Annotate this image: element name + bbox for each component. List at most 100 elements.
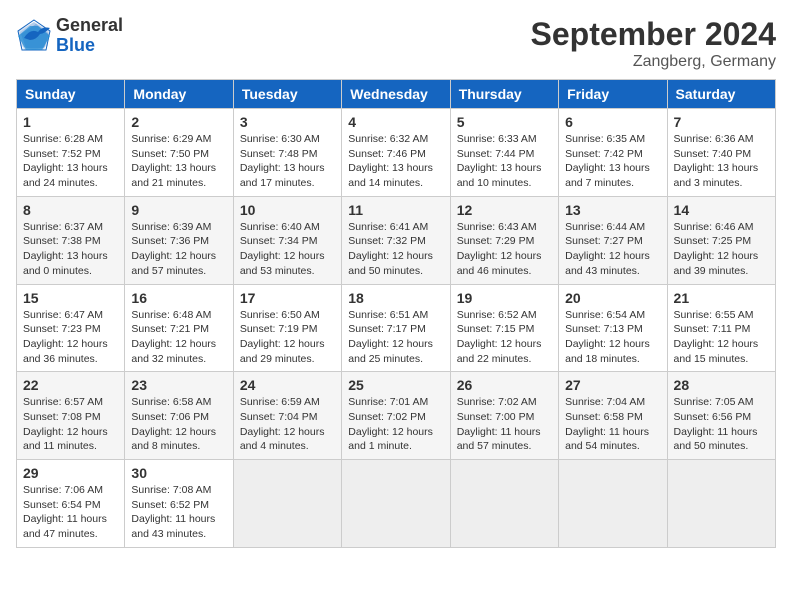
day-info: Sunrise: 6:46 AMSunset: 7:25 PMDaylight:… [674,220,769,279]
day-number: 21 [674,290,769,306]
calendar-cell: 25Sunrise: 7:01 AMSunset: 7:02 PMDayligh… [342,372,450,460]
day-info: Sunrise: 6:52 AMSunset: 7:15 PMDaylight:… [457,308,552,367]
calendar-cell: 1 Sunrise: 6:28 AMSunset: 7:52 PMDaylight… [17,109,125,197]
day-header-monday: Monday [125,80,233,109]
day-number: 10 [240,202,335,218]
day-header-wednesday: Wednesday [342,80,450,109]
calendar-cell: 20Sunrise: 6:54 AMSunset: 7:13 PMDayligh… [559,284,667,372]
day-info: Sunrise: 6:36 AMSunset: 7:40 PMDaylight:… [674,132,769,191]
day-header-sunday: Sunday [17,80,125,109]
calendar-cell: 28Sunrise: 7:05 AMSunset: 6:56 PMDayligh… [667,372,775,460]
day-info: Sunrise: 7:01 AMSunset: 7:02 PMDaylight:… [348,395,443,454]
day-info: Sunrise: 6:58 AMSunset: 7:06 PMDaylight:… [131,395,226,454]
calendar-cell: 2 Sunrise: 6:29 AMSunset: 7:50 PMDaylight… [125,109,233,197]
day-info: Sunrise: 6:47 AMSunset: 7:23 PMDaylight:… [23,308,118,367]
calendar-cell: 12 Sunrise: 6:43 AMSunset: 7:29 PMDayligh… [450,196,558,284]
page-header: General Blue September 2024 Zangberg, Ge… [16,16,776,71]
calendar-cell [342,460,450,548]
calendar-cell: 22 Sunrise: 6:57 AMSunset: 7:08 PMDayligh… [17,372,125,460]
day-number: 1 [23,114,118,130]
day-info: Sunrise: 6:51 AMSunset: 7:17 PMDaylight:… [348,308,443,367]
week-row-5: 29 Sunrise: 7:06 AMSunset: 6:54 PMDayligh… [17,460,776,548]
day-info: Sunrise: 6:48 AMSunset: 7:21 PMDaylight:… [131,308,226,367]
calendar-cell: 8Sunrise: 6:37 AMSunset: 7:38 PMDaylight… [17,196,125,284]
day-info: Sunrise: 6:40 AMSunset: 7:34 PMDaylight:… [240,220,335,279]
day-number: 26 [457,377,552,393]
calendar-cell: 4 Sunrise: 6:32 AMSunset: 7:46 PMDaylight… [342,109,450,197]
day-number: 14 [674,202,769,218]
calendar-cell: 11Sunrise: 6:41 AMSunset: 7:32 PMDayligh… [342,196,450,284]
day-info: Sunrise: 6:28 AMSunset: 7:52 PMDaylight:… [23,132,118,191]
calendar-cell: 30 Sunrise: 7:08 AMSunset: 6:52 PMDayligh… [125,460,233,548]
day-number: 28 [674,377,769,393]
day-info: Sunrise: 7:06 AMSunset: 6:54 PMDaylight:… [23,483,118,542]
day-number: 19 [457,290,552,306]
calendar-cell: 26 Sunrise: 7:02 AMSunset: 7:00 PMDayligh… [450,372,558,460]
calendar-cell [450,460,558,548]
day-number: 27 [565,377,660,393]
calendar-cell: 6 Sunrise: 6:35 AMSunset: 7:42 PMDaylight… [559,109,667,197]
day-number: 6 [565,114,660,130]
calendar-cell [233,460,341,548]
calendar-cell: 27 Sunrise: 7:04 AMSunset: 6:58 PMDayligh… [559,372,667,460]
calendar-cell: 17 Sunrise: 6:50 AMSunset: 7:19 PMDayligh… [233,284,341,372]
day-number: 7 [674,114,769,130]
calendar-cell: 24 Sunrise: 6:59 AMSunset: 7:04 PMDayligh… [233,372,341,460]
day-info: Sunrise: 6:54 AMSunset: 7:13 PMDaylight:… [565,308,660,367]
logo-general-text: General [56,16,123,36]
days-header-row: SundayMondayTuesdayWednesdayThursdayFrid… [17,80,776,109]
day-info: Sunrise: 7:08 AMSunset: 6:52 PMDaylight:… [131,483,226,542]
logo-icon [16,18,52,54]
day-number: 4 [348,114,443,130]
week-row-2: 8Sunrise: 6:37 AMSunset: 7:38 PMDaylight… [17,196,776,284]
day-number: 9 [131,202,226,218]
day-info: Sunrise: 6:55 AMSunset: 7:11 PMDaylight:… [674,308,769,367]
day-number: 8 [23,202,118,218]
day-number: 2 [131,114,226,130]
day-info: Sunrise: 6:50 AMSunset: 7:19 PMDaylight:… [240,308,335,367]
day-header-thursday: Thursday [450,80,558,109]
logo-blue-text: Blue [56,36,123,56]
day-number: 23 [131,377,226,393]
day-number: 16 [131,290,226,306]
calendar-cell [559,460,667,548]
day-number: 5 [457,114,552,130]
calendar-cell: 9 Sunrise: 6:39 AMSunset: 7:36 PMDaylight… [125,196,233,284]
day-number: 22 [23,377,118,393]
logo-text: General Blue [56,16,123,56]
day-info: Sunrise: 6:29 AMSunset: 7:50 PMDaylight:… [131,132,226,191]
calendar-table: SundayMondayTuesdayWednesdayThursdayFrid… [16,79,776,548]
calendar-cell: 29 Sunrise: 7:06 AMSunset: 6:54 PMDayligh… [17,460,125,548]
week-row-3: 15 Sunrise: 6:47 AMSunset: 7:23 PMDayligh… [17,284,776,372]
day-number: 12 [457,202,552,218]
day-number: 17 [240,290,335,306]
day-info: Sunrise: 7:04 AMSunset: 6:58 PMDaylight:… [565,395,660,454]
title-area: September 2024 Zangberg, Germany [531,16,776,71]
day-info: Sunrise: 6:33 AMSunset: 7:44 PMDaylight:… [457,132,552,191]
calendar-cell: 15 Sunrise: 6:47 AMSunset: 7:23 PMDayligh… [17,284,125,372]
day-header-saturday: Saturday [667,80,775,109]
day-number: 13 [565,202,660,218]
calendar-cell: 10 Sunrise: 6:40 AMSunset: 7:34 PMDayligh… [233,196,341,284]
day-info: Sunrise: 6:35 AMSunset: 7:42 PMDaylight:… [565,132,660,191]
day-number: 15 [23,290,118,306]
day-header-tuesday: Tuesday [233,80,341,109]
calendar-cell [667,460,775,548]
calendar-subtitle: Zangberg, Germany [531,53,776,71]
calendar-cell: 19 Sunrise: 6:52 AMSunset: 7:15 PMDayligh… [450,284,558,372]
calendar-cell: 5 Sunrise: 6:33 AMSunset: 7:44 PMDaylight… [450,109,558,197]
day-info: Sunrise: 6:44 AMSunset: 7:27 PMDaylight:… [565,220,660,279]
day-number: 30 [131,465,226,481]
calendar-cell: 21 Sunrise: 6:55 AMSunset: 7:11 PMDayligh… [667,284,775,372]
day-info: Sunrise: 6:43 AMSunset: 7:29 PMDaylight:… [457,220,552,279]
day-info: Sunrise: 6:59 AMSunset: 7:04 PMDaylight:… [240,395,335,454]
day-info: Sunrise: 6:32 AMSunset: 7:46 PMDaylight:… [348,132,443,191]
day-number: 29 [23,465,118,481]
day-info: Sunrise: 6:39 AMSunset: 7:36 PMDaylight:… [131,220,226,279]
week-row-4: 22 Sunrise: 6:57 AMSunset: 7:08 PMDayligh… [17,372,776,460]
calendar-cell: 3Sunrise: 6:30 AMSunset: 7:48 PMDaylight… [233,109,341,197]
day-number: 24 [240,377,335,393]
day-info: Sunrise: 7:02 AMSunset: 7:00 PMDaylight:… [457,395,552,454]
day-number: 18 [348,290,443,306]
day-info: Sunrise: 6:57 AMSunset: 7:08 PMDaylight:… [23,395,118,454]
